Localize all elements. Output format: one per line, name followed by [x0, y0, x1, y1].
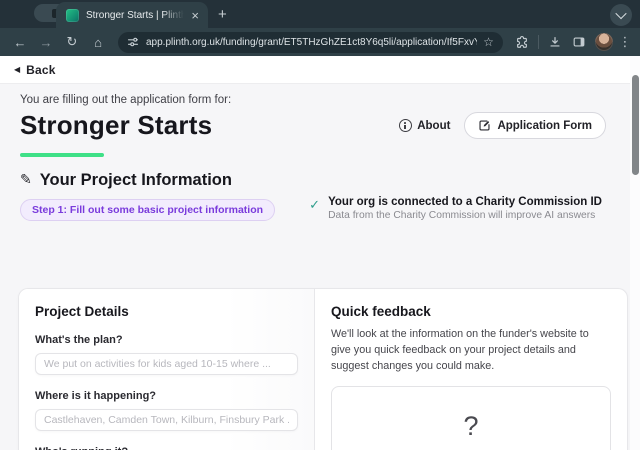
application-form-button[interactable]: Application Form [464, 112, 606, 139]
feedback-empty-state: ? Type in your project description and w… [331, 386, 611, 450]
browser-window: Stronger Starts | Plinth AI Gra × + ← → … [0, 0, 640, 450]
tab-strip: Stronger Starts | Plinth AI Gra × + [0, 0, 640, 28]
url-text: app.plinth.org.uk/funding/grant/ET5THzGh… [146, 37, 477, 48]
browser-tab[interactable]: Stronger Starts | Plinth AI Gra × [56, 2, 208, 28]
extensions-icon[interactable] [511, 31, 533, 53]
project-details-panel: Project Details What's the plan? Where i… [19, 289, 315, 450]
question-mark-icon: ? [463, 411, 478, 442]
intro-text: You are filling out the application form… [20, 94, 620, 106]
field-team: Who's running it? [35, 446, 298, 450]
charity-status-title: Your org is connected to a Charity Commi… [328, 196, 602, 208]
grant-header: You are filling out the application form… [0, 84, 640, 157]
project-details-title: Project Details [35, 304, 298, 319]
team-label: Who's running it? [35, 446, 298, 450]
toolbar-divider [538, 35, 539, 49]
browser-toolbar: ← → ↻ ⌂ app.plinth.org.uk/funding/grant/… [0, 28, 640, 56]
browser-menu-icon[interactable]: ⋮ [618, 34, 632, 50]
back-icon[interactable]: ← [8, 31, 32, 53]
application-form-label: Application Form [497, 120, 592, 132]
back-triangle-icon: ◀ [14, 65, 20, 74]
quick-feedback-title: Quick feedback [331, 304, 611, 319]
quick-feedback-panel: Quick feedback We'll look at the informa… [315, 289, 627, 450]
charity-status-subtitle: Data from the Charity Commission will im… [328, 210, 602, 221]
location-label: Where is it happening? [35, 390, 298, 402]
info-icon [399, 119, 412, 132]
side-panel-icon[interactable] [568, 31, 590, 53]
back-link[interactable]: ◀ Back [0, 56, 640, 84]
plan-input[interactable] [35, 353, 298, 375]
home-icon[interactable]: ⌂ [86, 31, 110, 53]
charity-connection-status: ✓ Your org is connected to a Charity Com… [309, 196, 620, 221]
step-badge: Step 1: Fill out some basic project info… [20, 199, 275, 221]
scrollbar-thumb[interactable] [632, 75, 639, 175]
quick-feedback-description: We'll look at the information on the fun… [331, 326, 611, 375]
address-bar[interactable]: app.plinth.org.uk/funding/grant/ET5THzGh… [118, 32, 503, 53]
plan-label: What's the plan? [35, 334, 298, 346]
plinth-favicon-icon [66, 9, 79, 22]
checkmark-icon: ✓ [309, 197, 320, 213]
location-input[interactable] [35, 409, 298, 431]
downloads-icon[interactable] [544, 31, 566, 53]
pencil-icon: ✎ [20, 171, 32, 188]
page-content: ◀ Back You are filling out the applicati… [0, 56, 640, 450]
section-header: ✎ Your Project Information Step 1: Fill … [0, 157, 640, 221]
close-tab-icon[interactable]: × [188, 8, 202, 23]
profile-avatar[interactable] [595, 33, 613, 51]
field-plan: What's the plan? [35, 334, 298, 375]
back-label: Back [26, 63, 56, 77]
reload-icon[interactable]: ↻ [60, 31, 84, 53]
about-button[interactable]: About [399, 119, 450, 132]
chevron-down-icon[interactable] [610, 4, 632, 26]
page-title: Stronger Starts [20, 110, 212, 141]
about-label: About [417, 120, 450, 132]
new-tab-button[interactable]: + [208, 2, 237, 28]
section-title-row: ✎ Your Project Information [20, 171, 275, 190]
field-location: Where is it happening? [35, 390, 298, 431]
forward-icon[interactable]: → [34, 31, 58, 53]
site-settings-icon[interactable] [127, 36, 139, 48]
bookmark-star-icon[interactable]: ☆ [483, 35, 494, 49]
section-title: Your Project Information [40, 171, 232, 190]
edit-square-icon [478, 119, 491, 132]
page-scrollbar[interactable] [630, 56, 640, 450]
form-cards: Project Details What's the plan? Where i… [18, 288, 628, 450]
tab-title: Stronger Starts | Plinth AI Gra [86, 10, 184, 21]
